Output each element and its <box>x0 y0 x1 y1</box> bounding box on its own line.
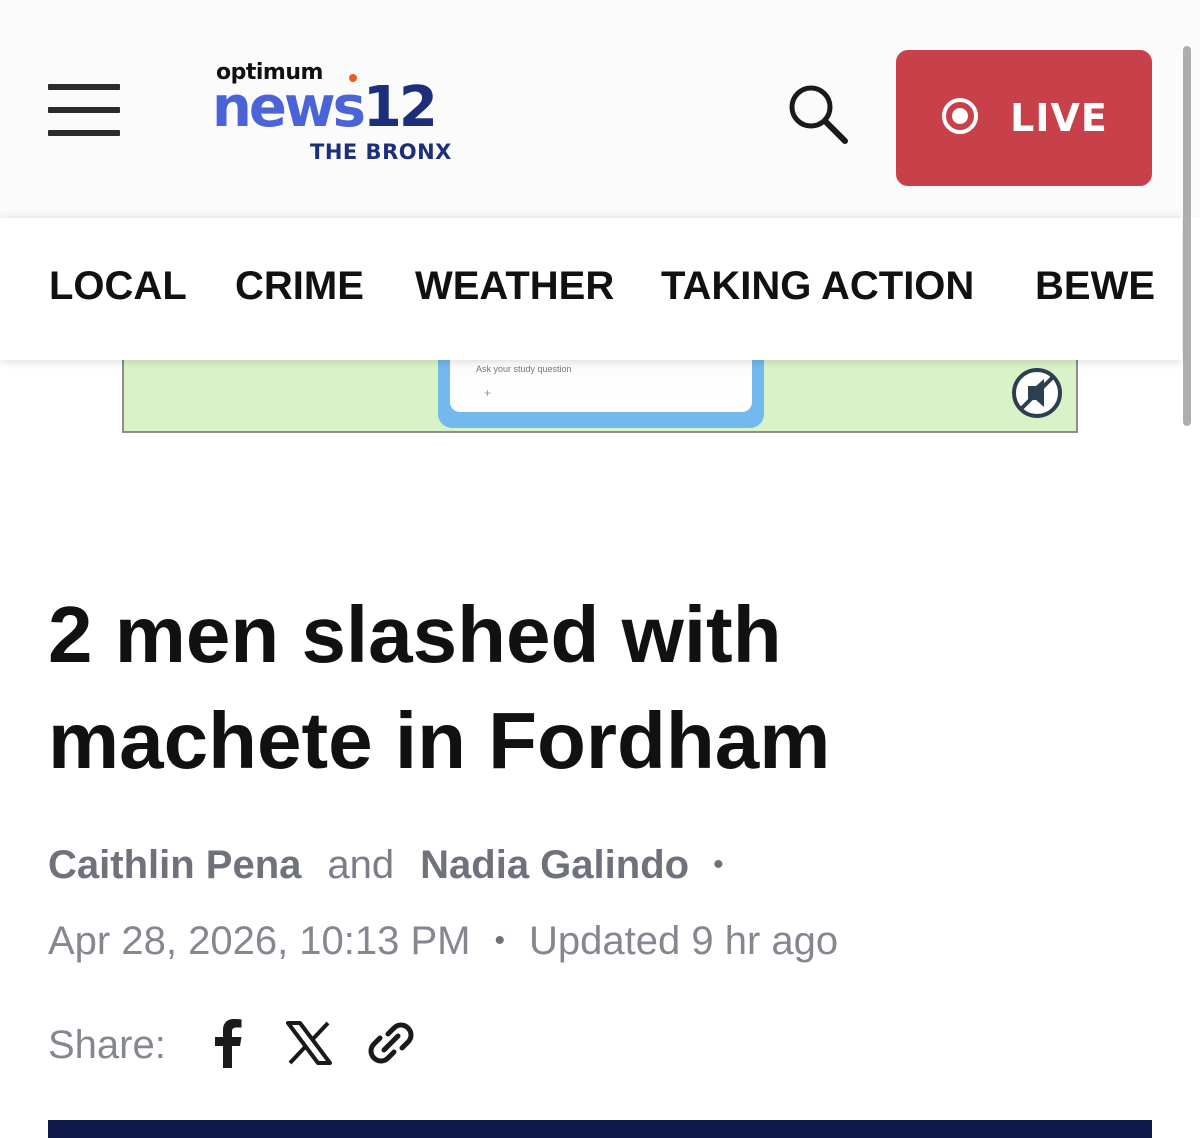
article-headline: 2 men slashed with machete in Fordham <box>48 582 948 794</box>
ad-plus-icon: + <box>484 386 492 400</box>
menu-line <box>48 130 120 136</box>
link-icon[interactable] <box>368 1020 414 1071</box>
author-link[interactable]: Nadia Galindo <box>420 843 689 888</box>
dateline: Apr 28, 2026, 10:13 PM • Updated 9 hr ag… <box>48 916 838 966</box>
nav-local[interactable]: LOCAL <box>49 264 187 309</box>
nav-weather[interactable]: WEATHER <box>415 264 614 309</box>
share-label: Share: <box>48 1022 166 1067</box>
menu-line <box>48 107 120 113</box>
author-joiner: and <box>327 842 395 887</box>
logo-region: THE BRONX <box>310 140 452 164</box>
article-media-bar <box>48 1120 1152 1138</box>
separator-dot: • <box>713 848 724 881</box>
logo-number: 12 <box>362 75 438 140</box>
facebook-icon[interactable] <box>210 1018 244 1073</box>
section-nav: LOCAL CRIME WEATHER TAKING ACTION BEWE <box>0 218 1182 360</box>
x-icon[interactable] <box>285 1020 332 1070</box>
ad-input-placeholder: Ask your study question <box>476 364 572 374</box>
nav-crime[interactable]: CRIME <box>235 264 364 309</box>
live-record-icon <box>940 96 980 141</box>
scrollbar[interactable] <box>1183 46 1191 426</box>
nav-taking-action[interactable]: TAKING ACTION <box>661 264 974 309</box>
headline-line-1: 2 men slashed with <box>48 590 782 679</box>
ad-close-icon[interactable] <box>1010 366 1064 420</box>
byline: Caithlin Pena and Nadia Galindo • <box>48 840 724 890</box>
updated-time: Updated 9 hr ago <box>529 918 839 963</box>
author-link[interactable]: Caithlin Pena <box>48 843 301 888</box>
live-button[interactable]: LIVE <box>896 50 1152 186</box>
site-header: optimum news12 THE BRONX LIVE <box>0 0 1200 218</box>
menu-line <box>48 84 120 90</box>
logo-news: news <box>212 75 366 140</box>
live-label: LIVE <box>1010 96 1108 140</box>
nav-bewe[interactable]: BEWE <box>1035 264 1155 309</box>
logo-news12: news12 <box>212 75 438 140</box>
search-icon[interactable] <box>784 80 850 146</box>
news12-logo[interactable]: optimum news12 THE BRONX <box>212 58 462 168</box>
hamburger-menu-icon[interactable] <box>48 84 120 136</box>
published-date: Apr 28, 2026, 10:13 PM <box>48 918 471 963</box>
separator-dot: • <box>494 924 506 957</box>
page: optimum news12 THE BRONX LIVE Ask your s… <box>0 0 1200 1138</box>
headline-line-2: machete in Fordham <box>48 696 831 785</box>
share-row: Share: <box>48 1018 414 1072</box>
